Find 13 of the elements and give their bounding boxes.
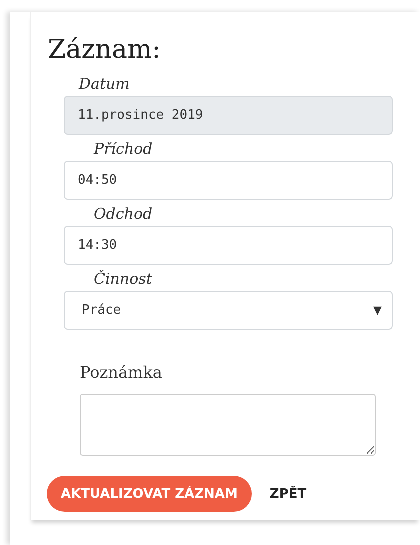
form-title: Záznam:	[48, 34, 162, 67]
date-field[interactable]: 11.prosince 2019	[64, 96, 393, 135]
field-label: Činnost	[94, 269, 152, 289]
field-label: Odchod	[94, 204, 153, 224]
field-label: Příchod	[94, 139, 153, 159]
time-field[interactable]: 14:30	[64, 226, 393, 265]
back-link[interactable]: ZPĚT	[270, 486, 307, 502]
note-label: Poznámka	[80, 362, 162, 384]
dropdown-arrow-icon: ▼	[374, 304, 382, 317]
activity-select[interactable]: Práce ▼	[64, 291, 393, 330]
note-field[interactable]	[80, 394, 376, 456]
time-field[interactable]: 04:50	[64, 161, 393, 200]
field-label: Datum	[79, 74, 130, 94]
